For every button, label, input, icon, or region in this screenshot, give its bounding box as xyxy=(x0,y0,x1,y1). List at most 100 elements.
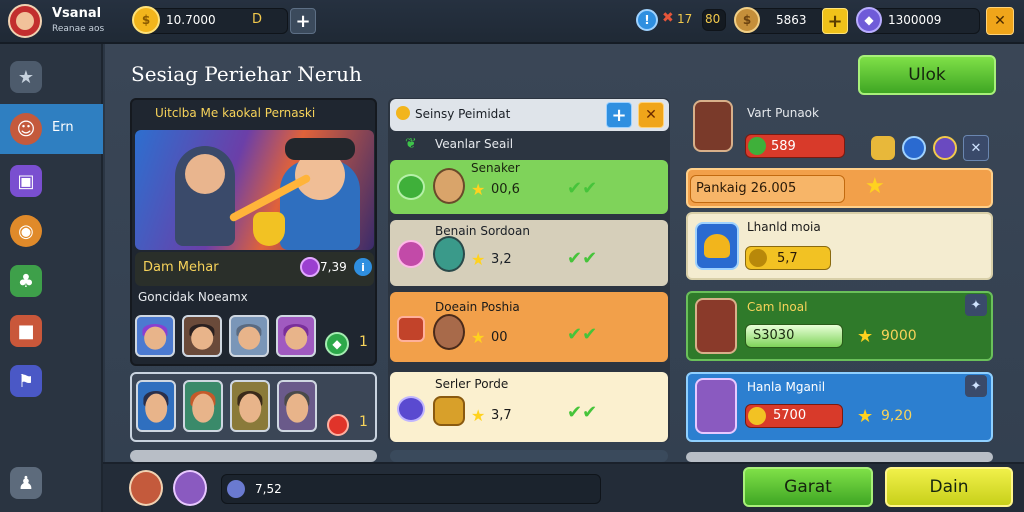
blue-gem-icon xyxy=(397,396,425,422)
team2-avatar-3[interactable] xyxy=(230,380,270,432)
card1-heart-icon xyxy=(695,222,739,270)
right-shield-icon[interactable] xyxy=(871,136,895,160)
sidebar-item-nature[interactable]: ♣ xyxy=(0,256,103,306)
item2-name: Benain Sordoan xyxy=(435,224,530,238)
gold-tag: D xyxy=(252,12,263,27)
bottom-gem-icon xyxy=(227,480,245,498)
item4-star-icon: ★ xyxy=(471,406,486,425)
sidebar-item-label: Ern xyxy=(52,120,74,135)
list-close-button[interactable]: ✕ xyxy=(638,102,664,128)
close-button[interactable]: ✕ xyxy=(986,7,1014,35)
energy-icon: ! xyxy=(636,9,658,31)
item4-chest-icon xyxy=(433,396,465,426)
add-gold-button[interactable]: + xyxy=(290,8,316,34)
team-avatar-4[interactable] xyxy=(276,315,316,357)
page-title: Sesiag Periehar Neruh xyxy=(131,62,362,86)
card1-value: 5,7 xyxy=(777,251,798,266)
team-label: Goncidak Noeamx xyxy=(138,290,248,304)
info-icon[interactable]: i xyxy=(354,258,372,276)
top-action-button[interactable]: Ulok xyxy=(858,55,996,95)
bottom-right-button[interactable]: Dain xyxy=(885,467,1013,507)
item1-star-icon: ★ xyxy=(471,180,486,199)
hero-hat-icon xyxy=(285,138,355,160)
top-hero-name: Vart Punaok xyxy=(747,106,819,120)
ranking-star-icon: ★ xyxy=(865,174,885,199)
shield-icon: ◉ xyxy=(10,215,42,247)
top-hero-value: 589 xyxy=(771,139,796,154)
bottom-hero-1[interactable] xyxy=(129,470,163,506)
sidebar-item-shield[interactable]: ◉ xyxy=(0,206,103,256)
bottom-left-button[interactable]: Garat xyxy=(743,467,873,507)
main-area: Sesiag Periehar Neruh Ulok Uitclba Me ka… xyxy=(105,44,1024,462)
item3-name: Doeain Poshia xyxy=(435,300,520,314)
second-count: 1 xyxy=(359,414,368,430)
avatar-face-icon xyxy=(16,12,34,30)
item3-check-icon: ✔✔ xyxy=(567,324,598,345)
sidebar-item-profile[interactable]: ♟ xyxy=(0,458,103,508)
team-count: 1 xyxy=(359,334,368,350)
pink-gem-icon xyxy=(397,240,425,268)
featured-caption: Dam Mehar xyxy=(143,260,219,275)
sidebar-item-heroes[interactable]: ☺ Ern xyxy=(0,104,103,154)
team-avatar-1[interactable] xyxy=(135,315,175,357)
item1-name: Senaker xyxy=(471,161,520,175)
coins-value: 5863 xyxy=(776,13,807,27)
stat-a-value: 17 xyxy=(677,12,693,26)
item2-check-icon: ✔✔ xyxy=(567,248,598,269)
puzzle-icon: ▣ xyxy=(10,165,42,197)
hero-icon: ☺ xyxy=(10,113,42,145)
top-hero-avatar[interactable] xyxy=(693,100,733,152)
list-item-3[interactable] xyxy=(390,292,668,362)
star-icon: ★ xyxy=(10,61,42,93)
list-header-title: Seinsy Peimidat xyxy=(415,107,511,121)
team2-avatar-2[interactable] xyxy=(183,380,223,432)
shield-gold-icon xyxy=(253,212,285,246)
team2-avatar-1[interactable] xyxy=(136,380,176,432)
chest-icon: ■ xyxy=(10,315,42,347)
list-item-1[interactable] xyxy=(390,160,668,214)
profile-icon: ♟ xyxy=(10,467,42,499)
bottom-currency-value: 7,52 xyxy=(255,482,282,496)
card2-title: Cam Inoal xyxy=(747,300,808,314)
right-orb-icon[interactable] xyxy=(902,136,926,160)
right-close-button[interactable]: ✕ xyxy=(963,135,989,161)
potion-icon xyxy=(300,257,320,277)
sidebar-item-guild[interactable]: ⚑ xyxy=(0,356,103,406)
hero-left-face-icon xyxy=(185,154,225,194)
card3-expand-button[interactable]: ✦ xyxy=(965,375,987,397)
featured-badge-value: 7,39 xyxy=(320,260,347,274)
top-hero-gem-icon xyxy=(748,137,766,155)
ranking-label: Pankaig 26.005 xyxy=(696,181,797,196)
list-item-4[interactable] xyxy=(390,372,668,442)
leaf-icon: ♣ xyxy=(10,265,42,297)
green-gem-icon xyxy=(397,174,425,200)
gem-icon: ◆ xyxy=(856,7,882,33)
sidebar-item-favorites[interactable]: ★ xyxy=(0,52,103,102)
sword-icon: ✖ xyxy=(662,10,674,26)
team-avatar-3[interactable] xyxy=(229,315,269,357)
featured-title: Uitclba Me kaokal Pernaski xyxy=(155,106,316,120)
team2-avatar-4[interactable] xyxy=(277,380,317,432)
stat-b-value: 80 xyxy=(705,12,721,26)
card1-coin-icon xyxy=(749,249,767,267)
right-badge-icon[interactable] xyxy=(933,136,957,160)
add-coins-button[interactable]: + xyxy=(822,8,848,34)
card3-value: 5700 xyxy=(773,408,807,423)
card2-expand-button[interactable]: ✦ xyxy=(965,294,987,316)
card2-stars: 9000 xyxy=(881,328,917,344)
item2-value: 3,2 xyxy=(491,252,512,267)
bottom-hero-2[interactable] xyxy=(173,470,207,506)
list-subtitle: Veanlar Seail xyxy=(435,137,514,151)
sidebar-item-puzzle[interactable]: ▣ xyxy=(0,156,103,206)
card3-star-icon: ★ xyxy=(857,406,874,427)
list-add-button[interactable]: + xyxy=(606,102,632,128)
team-avatar-2[interactable] xyxy=(182,315,222,357)
item4-name: Serler Porde xyxy=(435,377,509,391)
sidebar-item-chest[interactable]: ■ xyxy=(0,306,103,356)
card2-value: S3030 xyxy=(753,328,795,343)
card2-star-icon: ★ xyxy=(857,326,874,347)
card3-avatar xyxy=(695,378,737,434)
player-avatar[interactable] xyxy=(8,4,42,38)
item4-check-icon: ✔✔ xyxy=(567,402,598,423)
featured-art[interactable] xyxy=(135,130,374,250)
